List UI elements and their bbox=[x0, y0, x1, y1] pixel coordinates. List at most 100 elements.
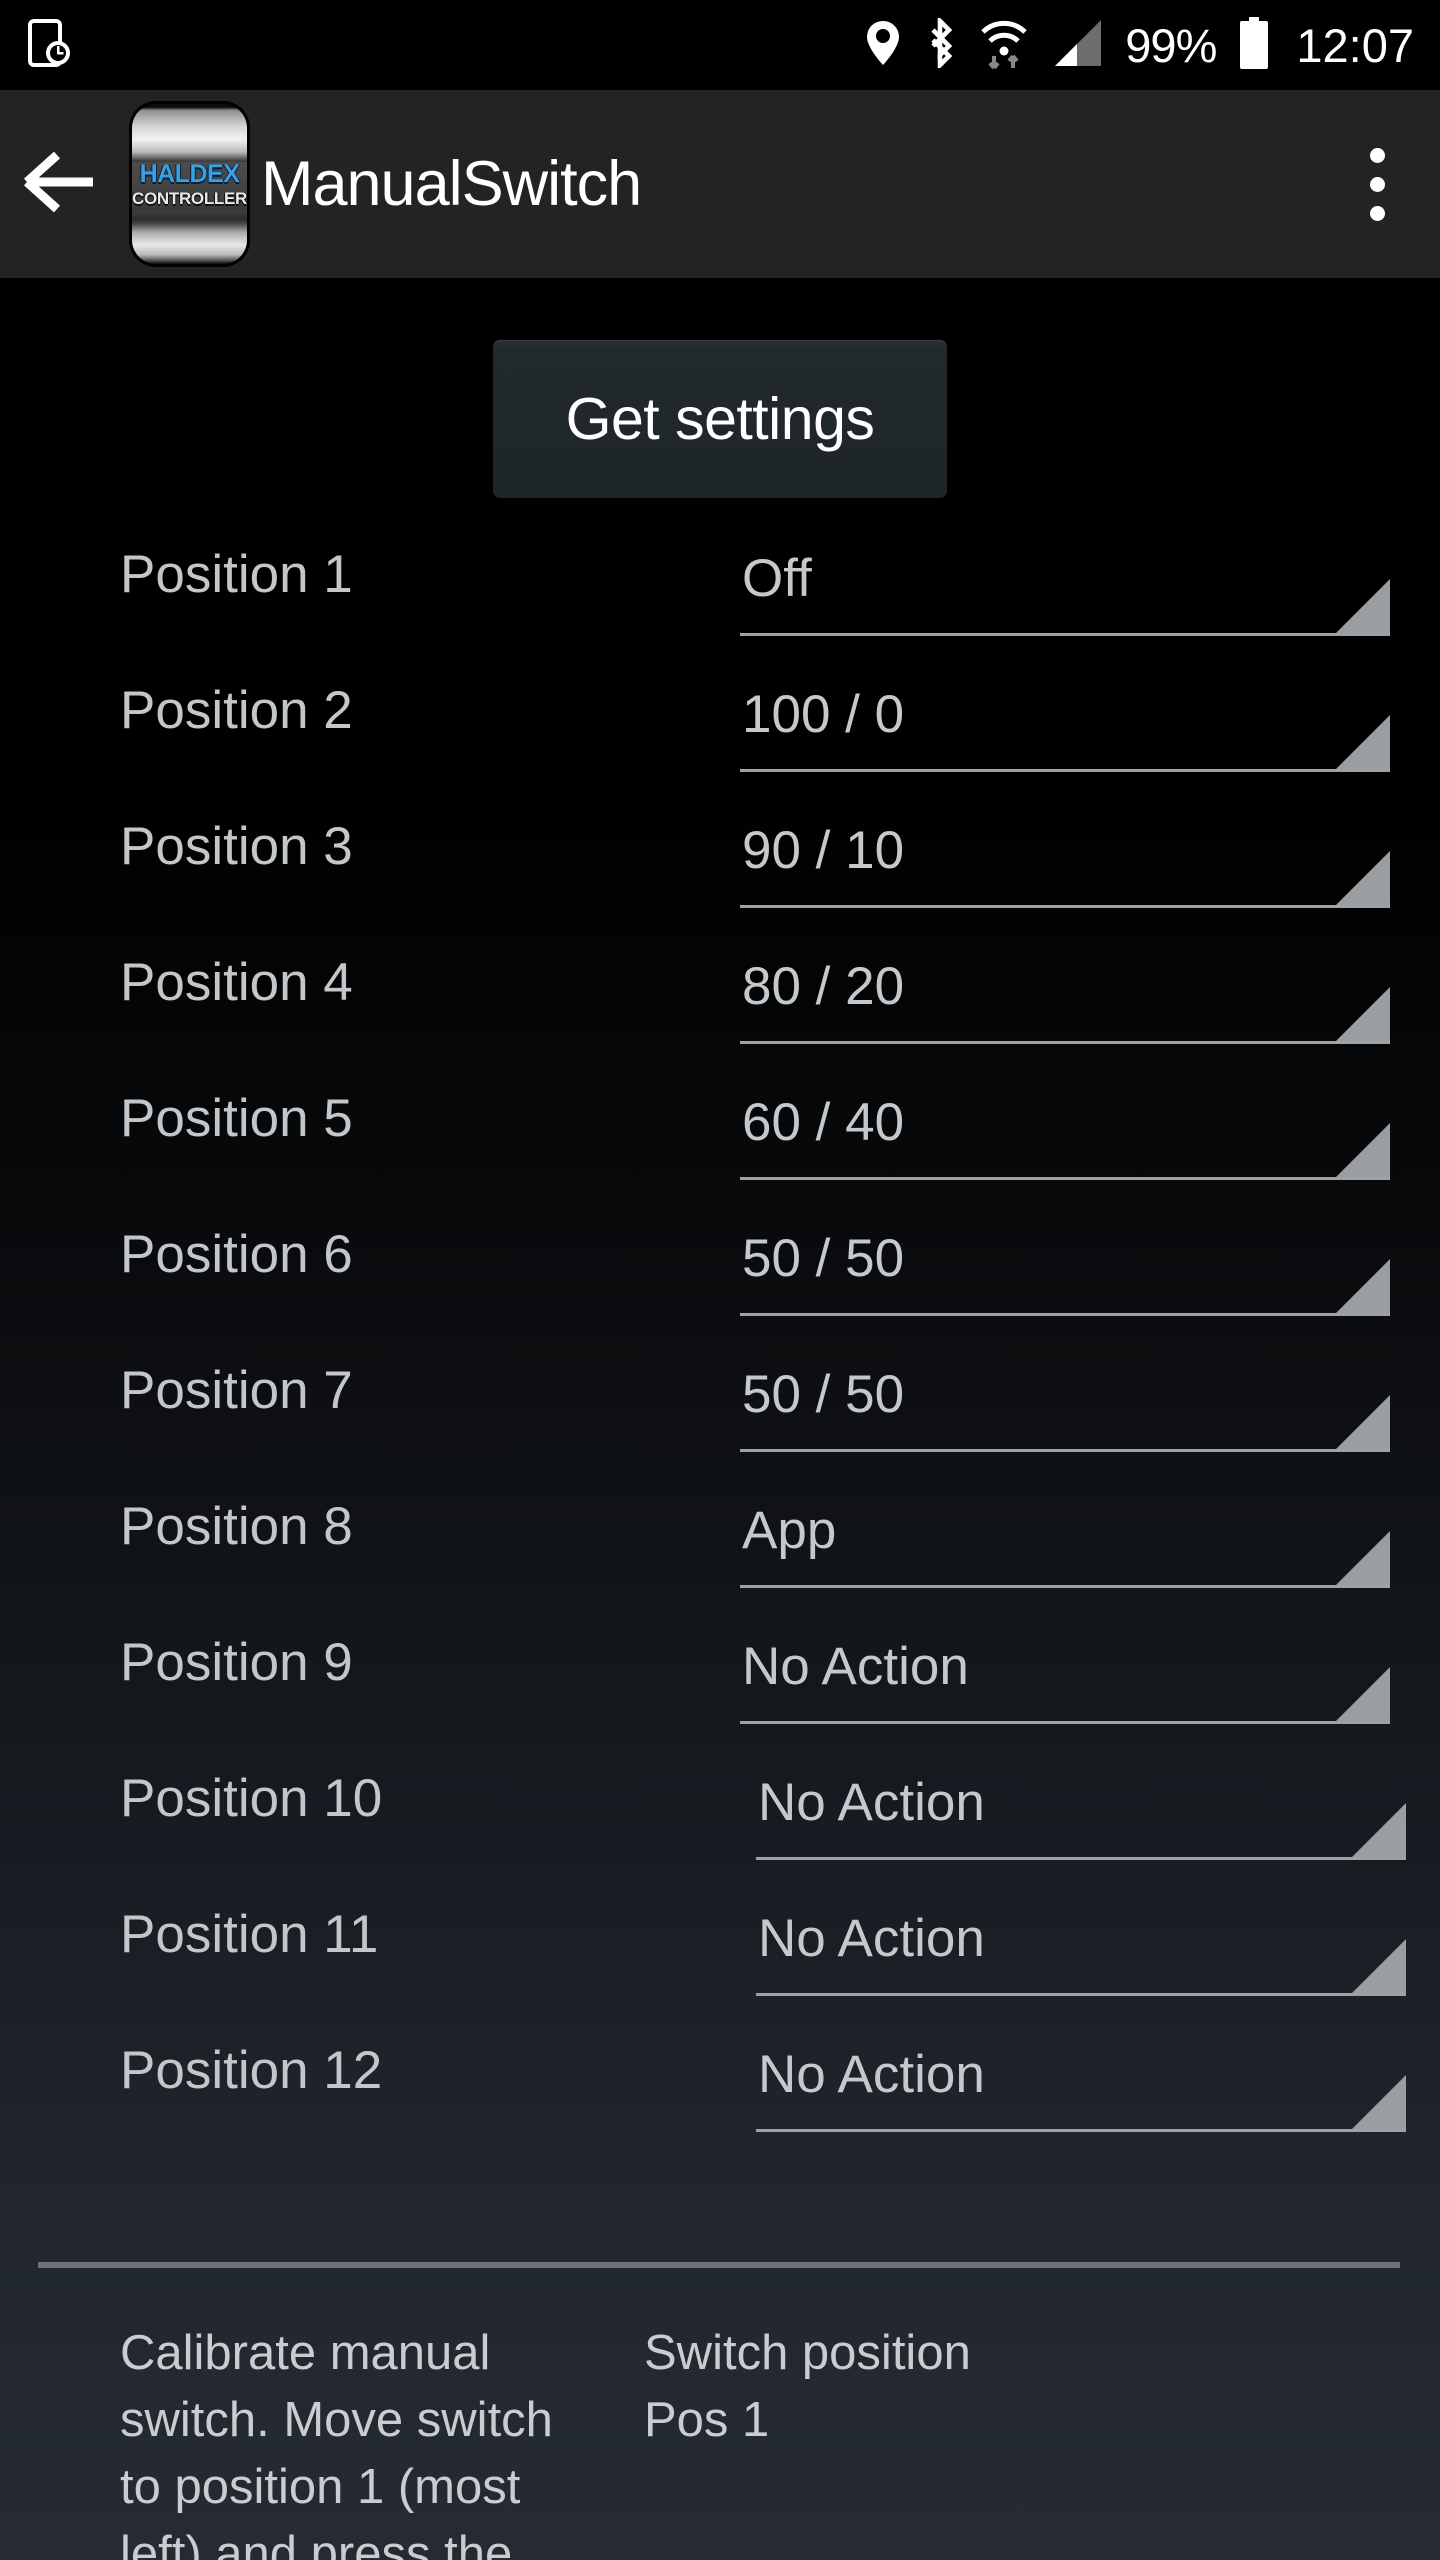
position-value-spinner[interactable]: 90 / 10 bbox=[740, 810, 1390, 908]
position-value-spinner[interactable]: 50 / 50 bbox=[740, 1218, 1390, 1316]
status-bar: 99% 12:07 bbox=[0, 0, 1440, 90]
dropdown-triangle-icon bbox=[1336, 987, 1390, 1041]
spinner-underline bbox=[740, 769, 1390, 772]
section-divider bbox=[38, 2262, 1400, 2268]
position-value-text: 90 / 10 bbox=[742, 821, 905, 880]
positions-list: Position 1 Off Position 2 100 / 0 Position 3… bbox=[0, 528, 1440, 2160]
main-content: Get settings Position 1 Off Position 2 100 … bbox=[0, 278, 1440, 2560]
position-value-text: 50 / 50 bbox=[742, 1229, 905, 1288]
position-label: Position 7 bbox=[120, 1361, 353, 1420]
overflow-dot bbox=[1369, 205, 1385, 221]
switch-position-value: Pos 1 bbox=[644, 2393, 770, 2447]
position-label: Position 4 bbox=[120, 953, 353, 1012]
position-value-text: 80 / 20 bbox=[742, 957, 905, 1016]
position-row: Position 12 No Action bbox=[0, 2024, 1440, 2160]
position-label: Position 6 bbox=[120, 1225, 353, 1284]
position-value-spinner[interactable]: No Action bbox=[740, 1626, 1390, 1724]
spinner-underline bbox=[756, 2129, 1406, 2132]
position-value-text: App bbox=[742, 1501, 837, 1560]
logo-haldex-text: HALDEX bbox=[139, 159, 240, 188]
logo-controller-text: CONTROLLER bbox=[132, 188, 247, 208]
overflow-menu-icon[interactable] bbox=[1322, 90, 1440, 278]
position-value-text: No Action bbox=[758, 1773, 985, 1832]
position-value-text: Off bbox=[742, 549, 812, 608]
calibrate-instructions: Calibrate manual switch. Move switch to … bbox=[120, 2326, 553, 2560]
switch-position-block: Switch position Pos 1 bbox=[560, 2320, 971, 2454]
position-label: Position 2 bbox=[120, 681, 353, 740]
status-bar-left bbox=[0, 18, 72, 72]
position-label: Position 12 bbox=[120, 2041, 383, 2100]
position-value-spinner[interactable]: 100 / 0 bbox=[740, 674, 1390, 772]
overflow-dot bbox=[1369, 176, 1385, 192]
dropdown-triangle-icon bbox=[1336, 1123, 1390, 1177]
position-value-spinner[interactable]: 60 / 40 bbox=[740, 1082, 1390, 1180]
app-logo-icon: HALDEX CONTROLLER bbox=[132, 104, 247, 264]
bluetooth-icon bbox=[923, 14, 957, 73]
position-label: Position 8 bbox=[120, 1497, 353, 1556]
position-row: Position 2 100 / 0 bbox=[0, 664, 1440, 800]
spinner-underline bbox=[740, 905, 1390, 908]
dropdown-triangle-icon bbox=[1336, 579, 1390, 633]
position-row: Position 4 80 / 20 bbox=[0, 936, 1440, 1072]
position-row: Position 6 50 / 50 bbox=[0, 1208, 1440, 1344]
position-value-text: 60 / 40 bbox=[742, 1093, 905, 1152]
dropdown-triangle-icon bbox=[1352, 2075, 1406, 2129]
overflow-dot bbox=[1369, 147, 1385, 163]
position-value-spinner[interactable]: Off bbox=[740, 538, 1390, 636]
location-pin-icon bbox=[865, 19, 901, 72]
position-label: Position 1 bbox=[120, 545, 353, 604]
position-row: Position 1 Off bbox=[0, 528, 1440, 664]
position-value-spinner[interactable]: 80 / 20 bbox=[740, 946, 1390, 1044]
battery-percentage: 99% bbox=[1125, 18, 1217, 72]
spinner-underline bbox=[740, 1041, 1390, 1044]
position-label: Position 5 bbox=[120, 1089, 353, 1148]
position-value-text: No Action bbox=[742, 1637, 969, 1696]
position-row: Position 11 No Action bbox=[0, 1888, 1440, 2024]
spinner-underline bbox=[740, 1721, 1390, 1724]
wifi-icon bbox=[979, 16, 1029, 75]
back-button[interactable] bbox=[0, 90, 120, 278]
position-label: Position 11 bbox=[120, 1905, 379, 1964]
position-label: Position 9 bbox=[120, 1633, 353, 1692]
spinner-underline bbox=[740, 633, 1390, 636]
status-bar-right: 99% 12:07 bbox=[865, 14, 1440, 75]
app-bar: HALDEX CONTROLLER ManualSwitch bbox=[0, 90, 1440, 278]
spinner-underline bbox=[756, 1993, 1406, 1996]
position-row: Position 3 90 / 10 bbox=[0, 800, 1440, 936]
position-row: Position 9 No Action bbox=[0, 1616, 1440, 1752]
spinner-underline bbox=[740, 1449, 1390, 1452]
position-row: Position 10 No Action bbox=[0, 1752, 1440, 1888]
spinner-underline bbox=[740, 1585, 1390, 1588]
back-arrow-icon bbox=[23, 151, 97, 218]
dropdown-triangle-icon bbox=[1336, 715, 1390, 769]
position-value-spinner[interactable]: No Action bbox=[756, 1762, 1406, 1860]
position-value-spinner[interactable]: No Action bbox=[756, 2034, 1406, 2132]
dropdown-triangle-icon bbox=[1336, 1531, 1390, 1585]
spinner-underline bbox=[756, 1857, 1406, 1860]
position-value-spinner[interactable]: 50 / 50 bbox=[740, 1354, 1390, 1452]
status-bar-clock: 12:07 bbox=[1296, 18, 1414, 72]
dropdown-triangle-icon bbox=[1336, 1667, 1390, 1721]
position-value-text: No Action bbox=[758, 1909, 985, 1968]
position-label: Position 3 bbox=[120, 817, 353, 876]
position-value-text: No Action bbox=[758, 2045, 985, 2104]
switch-position-label: Switch position bbox=[644, 2326, 971, 2380]
dropdown-triangle-icon bbox=[1336, 1259, 1390, 1313]
page-title: ManualSwitch bbox=[261, 148, 642, 219]
get-settings-button[interactable]: Get settings bbox=[493, 340, 947, 498]
position-row: Position 8 App bbox=[0, 1480, 1440, 1616]
position-value-text: 100 / 0 bbox=[742, 685, 905, 744]
battery-full-icon bbox=[1238, 16, 1270, 74]
spinner-underline bbox=[740, 1313, 1390, 1316]
position-value-spinner[interactable]: App bbox=[740, 1490, 1390, 1588]
spinner-underline bbox=[740, 1177, 1390, 1180]
dropdown-triangle-icon bbox=[1352, 1939, 1406, 1993]
calibration-section: Calibrate manual switch. Move switch to … bbox=[0, 2320, 1440, 2560]
screen-recorder-icon bbox=[28, 18, 72, 72]
dropdown-triangle-icon bbox=[1352, 1803, 1406, 1857]
dropdown-triangle-icon bbox=[1336, 851, 1390, 905]
position-row: Position 7 50 / 50 bbox=[0, 1344, 1440, 1480]
position-label: Position 10 bbox=[120, 1769, 383, 1828]
position-row: Position 5 60 / 40 bbox=[0, 1072, 1440, 1208]
position-value-spinner[interactable]: No Action bbox=[756, 1898, 1406, 1996]
